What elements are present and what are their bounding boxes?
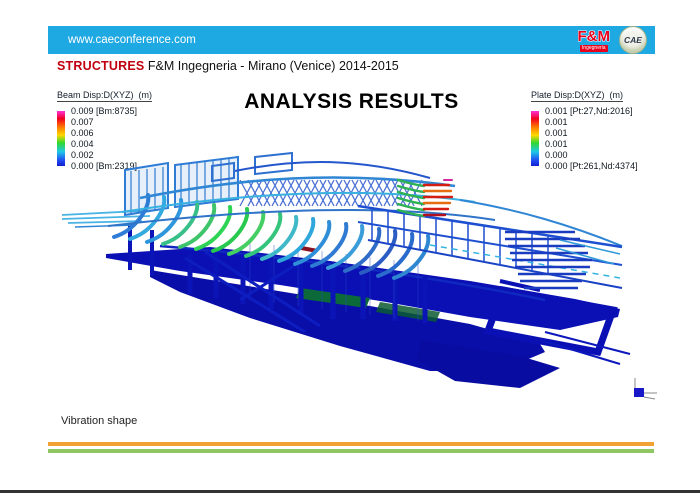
top-banner: www.caeconference.com F&M Ingegneria CAE xyxy=(48,26,655,54)
cae-conference-logo: CAE xyxy=(619,26,647,54)
legend-value: 0.001 xyxy=(545,117,638,128)
truss-towers xyxy=(125,153,292,215)
legend-value: 0.007 xyxy=(71,117,137,128)
conference-url: www.caeconference.com xyxy=(48,34,578,46)
slide-headline: STRUCTURES F&M Ingegneria - Mirano (Veni… xyxy=(57,59,399,73)
beam-legend-title: Beam Disp:D(XYZ) (m) xyxy=(57,90,152,102)
figure-caption: Vibration shape xyxy=(61,415,137,427)
legend-value: 0.001 [Pt:27,Nd:2016] xyxy=(545,106,638,117)
legend-value: 0.006 xyxy=(71,128,137,139)
legend-value: 0.009 [Bm:8735] xyxy=(71,106,137,117)
axis-triad-icon xyxy=(626,376,660,410)
project-label: STRUCTURES xyxy=(57,59,144,73)
fm-logo-subtext: Ingegneria xyxy=(580,45,608,52)
banner-logos: F&M Ingegneria CAE xyxy=(578,26,648,54)
legend-value: 0.001 xyxy=(545,128,638,139)
fm-logo-text: F&M xyxy=(578,29,611,44)
fm-ingegneria-logo: F&M Ingegneria xyxy=(578,29,611,52)
footer-stripe-green xyxy=(48,449,654,453)
footer-stripe-orange xyxy=(48,442,654,446)
project-info: F&M Ingegneria - Mirano (Venice) 2014-20… xyxy=(144,59,398,73)
bottom-border-line xyxy=(0,490,700,493)
fem-model-view xyxy=(50,148,635,393)
cae-logo-text: CAE xyxy=(624,35,642,45)
plate-legend-title: Plate Disp:D(XYZ) (m) xyxy=(531,90,623,102)
